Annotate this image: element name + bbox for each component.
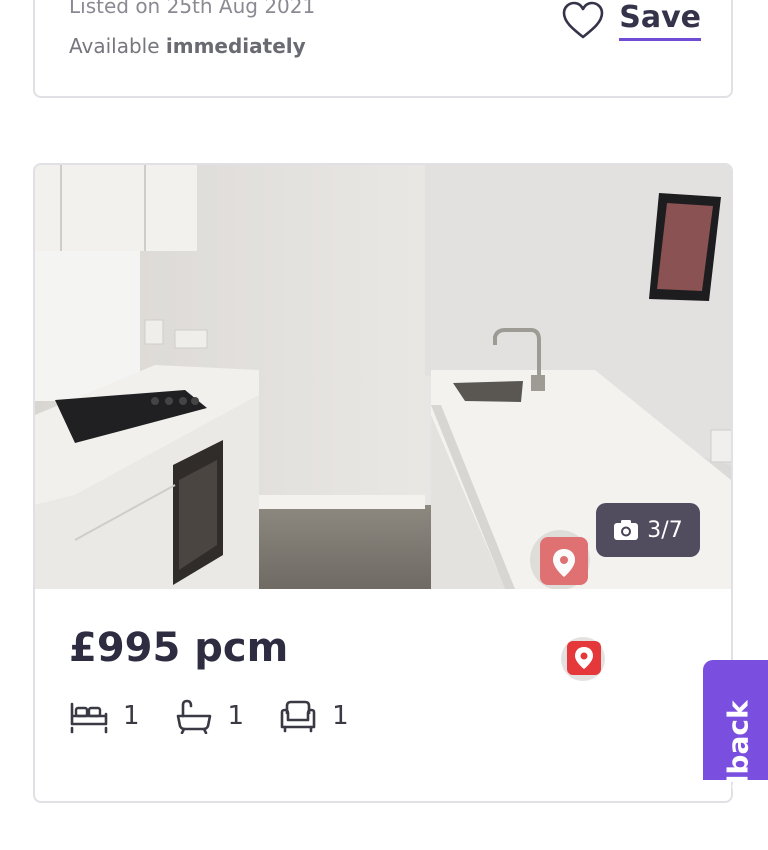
features-row: 1 1 1 (69, 698, 383, 734)
agent-logo (561, 637, 605, 681)
photo-counter-text: 3/7 (647, 517, 683, 543)
photo-counter[interactable]: 3/7 (596, 503, 700, 557)
save-label: Save (619, 0, 701, 41)
heart-icon (562, 1, 604, 38)
bed-icon (70, 702, 108, 734)
listed-date: Listed on 25th Aug 2021 (69, 0, 316, 18)
camera-icon (614, 520, 639, 540)
listing-card[interactable]: 3/7 £995 pcm 1 1 1 (33, 163, 733, 803)
feature-bedrooms: 1 (69, 698, 140, 734)
feature-bathrooms: 1 (174, 698, 245, 734)
save-button[interactable]: Save (561, 0, 701, 41)
bathroom-count: 1 (227, 701, 245, 731)
listing-photo[interactable]: 3/7 (35, 165, 731, 589)
bath-icon (176, 699, 211, 734)
availability-value: immediately (165, 34, 306, 58)
watermark-logo (530, 530, 590, 589)
availability: Available immediately (69, 34, 306, 58)
feedback-label: Feedback (721, 699, 755, 850)
sofa-icon (280, 700, 316, 733)
feature-receptions: 1 (278, 698, 349, 734)
feedback-tab[interactable]: Feedback (703, 660, 768, 850)
availability-label: Available (69, 34, 160, 58)
reception-count: 1 (332, 701, 349, 731)
bedroom-count: 1 (123, 701, 140, 731)
listing-summary-card: Listed on 25th Aug 2021 Available immedi… (33, 0, 733, 98)
listing-price: £995 pcm (69, 625, 289, 671)
